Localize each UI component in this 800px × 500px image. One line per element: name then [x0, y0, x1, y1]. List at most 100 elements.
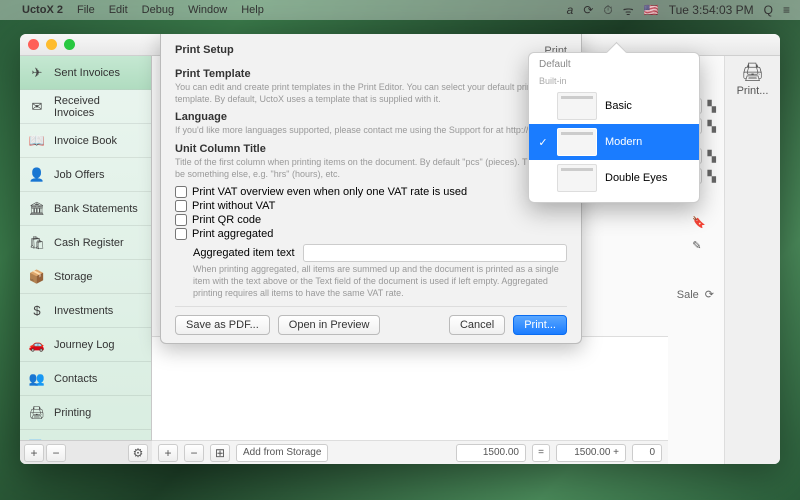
clock[interactable]: Tue 3:54:03 PM [669, 3, 754, 17]
timemachine-icon[interactable]: ⏱ [603, 3, 612, 18]
agg-text-input[interactable] [303, 244, 567, 262]
close-icon[interactable] [28, 39, 39, 50]
equals-button[interactable]: = [532, 444, 550, 462]
printer-icon: 🖨 [733, 62, 773, 83]
add-button[interactable]: + [24, 444, 44, 462]
received-invoices-icon: ✉ [28, 100, 46, 114]
file-menu[interactable]: File [77, 4, 95, 16]
sidebar-item-contacts[interactable]: 👥 Contacts [20, 362, 151, 396]
sidebar-item-cash-register[interactable]: 🛍 Cash Register [20, 226, 151, 260]
sidebar-toolbar: + − ⚙ [20, 440, 152, 464]
sidebar-item-storage[interactable]: 📦 Storage [20, 260, 151, 294]
debug-menu[interactable]: Debug [142, 4, 174, 16]
window-menu[interactable]: Window [188, 4, 227, 16]
input-source-icon[interactable]: 🇺🇸 [644, 3, 659, 17]
amount-zero: 0 [632, 444, 662, 462]
popover-label: Default [529, 53, 699, 72]
template-hint: You can edit and create print templates … [175, 82, 567, 105]
print-confirm-button[interactable]: Print... [513, 315, 567, 335]
aggregated-checkbox[interactable]: Print aggregated [175, 228, 567, 240]
print-button[interactable]: 🖨 Print... [733, 62, 773, 97]
remove-button[interactable]: − [46, 444, 66, 462]
sidebar-item-job-offers[interactable]: 👤 Job Offers [20, 158, 151, 192]
without-vat-checkbox[interactable]: Print without VAT [175, 200, 567, 212]
main-window: 📄test.ucx2 ✈Sent Invoices✉Received Invoi… [20, 34, 780, 464]
remove-item-button[interactable]: − [184, 444, 204, 462]
sent-invoices-icon: ✈ [28, 66, 46, 80]
desktop: UctoX 2 File Edit Debug Window Help a ⟳ … [0, 0, 800, 500]
invoice-book-icon: 📖 [28, 134, 46, 148]
sidebar-item-journey-log[interactable]: 🚗 Journey Log [20, 328, 151, 362]
sidebar: ✈Sent Invoices✉Received Invoices 📖 Invoice… [20, 56, 152, 464]
right-toolbar: 🖨 Print... [724, 56, 780, 464]
sync-icon[interactable]: ⟳ [583, 3, 593, 17]
app-menu[interactable]: UctoX 2 [22, 4, 63, 16]
menubar: UctoX 2 File Edit Debug Window Help a ⟳ … [0, 0, 800, 20]
sidebar-item-label: Journey Log [54, 339, 115, 351]
sidebar-item-sent-invoices[interactable]: ✈Sent Invoices [20, 56, 151, 90]
spotlight-icon[interactable]: Q [764, 3, 773, 17]
print-setup-sheet: Print Setup Print Print Template You can… [160, 34, 582, 344]
bank-statements-icon: 🏛 [28, 202, 46, 216]
template-thumbnail [557, 164, 597, 192]
qr-checkbox[interactable]: Print QR code [175, 214, 567, 226]
amount-1[interactable]: 1500.00 [456, 444, 526, 462]
sidebar-item-printing[interactable]: 🖨 Printing [20, 396, 151, 430]
template-option[interactable]: Double Eyes [529, 160, 699, 196]
template-option[interactable]: Basic [529, 88, 699, 124]
template-thumbnail [557, 128, 597, 156]
edit-icon[interactable]: ✎ [692, 239, 706, 252]
cancel-button[interactable]: Cancel [449, 315, 505, 335]
sidebar-item-label: Investments [54, 305, 113, 317]
cash-register-icon: 🛍 [28, 236, 46, 250]
notification-icon[interactable]: ≡ [783, 3, 790, 17]
sidebar-item-label: Cash Register [54, 237, 124, 249]
save-pdf-button[interactable]: Save as PDF... [175, 315, 270, 335]
tag-icon[interactable]: 🔖 [692, 216, 706, 229]
journey-log-icon: 🚗 [28, 338, 46, 352]
job-offers-icon: 👤 [28, 168, 46, 182]
status-icon[interactable]: a [567, 3, 574, 17]
popover-section: Built-in [529, 72, 699, 88]
sidebar-item-label: Bank Statements [54, 203, 138, 215]
agg-hint: When printing aggregated, all items are … [193, 264, 567, 299]
sidebar-item-investments[interactable]: $ Investments [20, 294, 151, 328]
sidebar-item-received-invoices[interactable]: ✉Received Invoices [20, 90, 151, 124]
items-toolbar: + − ⊞ Add from Storage 1500.00 = 1500.00… [152, 440, 668, 464]
edit-menu[interactable]: Edit [109, 4, 128, 16]
sheet-title: Print Setup [175, 44, 234, 56]
sidebar-item-label: Printing [54, 407, 91, 419]
history-icon[interactable]: ⟳ [705, 288, 714, 301]
vat-overview-checkbox[interactable]: Print VAT overview even when only one VA… [175, 186, 567, 198]
language-hint: If you'd like more languages supported, … [175, 125, 567, 137]
wifi-icon[interactable]: ᯤ [623, 2, 634, 19]
template-option[interactable]: ✓Modern [529, 124, 699, 160]
side-action-icons: 🔖 ✎ [692, 216, 706, 252]
add-item-button[interactable]: + [158, 444, 178, 462]
investments-icon: $ [28, 304, 46, 318]
storage-icon: 📦 [28, 270, 46, 284]
template-popover: Default Built-in Basic✓Modern Double Eyes [528, 52, 700, 203]
sale-field: Sale⟳ [677, 288, 714, 301]
contacts-icon: 👥 [28, 372, 46, 386]
sidebar-item-label: Job Offers [54, 169, 105, 181]
language-heading: Language [175, 111, 567, 123]
printing-icon: 🖨 [28, 406, 46, 420]
amount-2: 1500.00 + [556, 444, 626, 462]
template-label: Double Eyes [605, 172, 667, 184]
sidebar-item-label: Contacts [54, 373, 97, 385]
grid-button[interactable]: ⊞ [210, 444, 230, 462]
minimize-icon[interactable] [46, 39, 57, 50]
help-menu[interactable]: Help [241, 4, 264, 16]
settings-button[interactable]: ⚙ [128, 444, 148, 462]
add-from-storage-button[interactable]: Add from Storage [236, 444, 328, 462]
unit-heading: Unit Column Title [175, 143, 567, 155]
items-list: + − ⊞ Add from Storage 1500.00 = 1500.00… [152, 336, 668, 464]
sidebar-item-label: Storage [54, 271, 93, 283]
zoom-icon[interactable] [64, 39, 75, 50]
sidebar-item-label: Invoice Book [54, 135, 117, 147]
unit-hint: Title of the first column when printing … [175, 157, 567, 180]
open-preview-button[interactable]: Open in Preview [278, 315, 381, 335]
sidebar-item-bank-statements[interactable]: 🏛 Bank Statements [20, 192, 151, 226]
sidebar-item-invoice-book[interactable]: 📖 Invoice Book [20, 124, 151, 158]
